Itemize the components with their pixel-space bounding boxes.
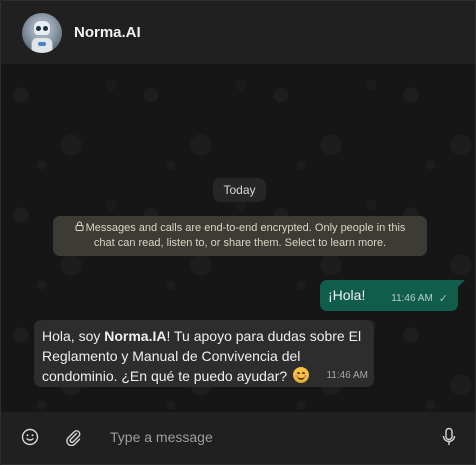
contact-name[interactable]: Norma.AI — [74, 24, 141, 41]
message-area[interactable]: Today Messages and calls are end-to-end … — [1, 65, 475, 412]
emoji-icon[interactable] — [19, 426, 41, 448]
bot-name: Norma.IA — [104, 328, 167, 344]
outgoing-message[interactable]: ¡Hola! 11:46 AM ✓ — [320, 280, 465, 311]
message-time: 11:46 AM — [391, 293, 433, 304]
lock-icon — [75, 221, 84, 236]
check-icon: ✓ — [438, 293, 448, 305]
attach-icon[interactable] — [62, 426, 84, 448]
message-meta: 11:46 AM ✓ — [391, 292, 448, 305]
message-composer — [1, 412, 475, 464]
smiling-face-icon — [293, 367, 310, 383]
mic-icon[interactable] — [438, 426, 460, 448]
chat-header[interactable]: Norma.AI — [1, 1, 475, 65]
incoming-message[interactable]: Hola, soy Norma.IA! Tu apoyo para dudas … — [34, 320, 374, 387]
message-input[interactable] — [110, 429, 410, 445]
message-time: 11:46 AM — [326, 370, 368, 381]
encryption-notice-text: Messages and calls are end-to-end encryp… — [85, 222, 406, 249]
contact-avatar[interactable] — [22, 12, 62, 53]
message-text: Hola, soy Norma.IA! Tu apoyo para dudas … — [42, 328, 362, 384]
message-text: ¡Hola! — [328, 287, 366, 303]
encryption-notice[interactable]: Messages and calls are end-to-end encryp… — [53, 216, 427, 256]
date-chip: Today — [213, 178, 266, 202]
chat-window: Norma.AI Today Messages and calls are en… — [0, 0, 476, 465]
